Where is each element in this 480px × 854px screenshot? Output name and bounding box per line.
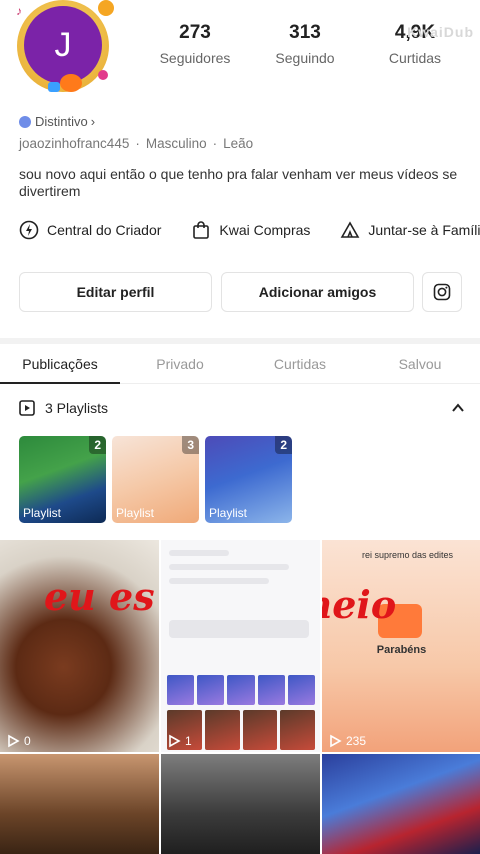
playlist-count: 2 xyxy=(275,436,292,454)
followers-count: 273 xyxy=(179,22,211,43)
separator-dot: · xyxy=(212,136,218,151)
playlist-count: 3 xyxy=(182,436,199,454)
post-thumbnail[interactable] xyxy=(161,754,320,854)
tab-salvou[interactable]: Salvou xyxy=(360,344,480,383)
watermark: KwaiDub xyxy=(407,24,474,40)
playlist-card[interactable]: 2 Playlist xyxy=(19,436,106,523)
creator-center-link[interactable]: Central do Criador xyxy=(19,220,161,240)
shortcuts-row: Central do Criador Kwai Compras Juntar-s… xyxy=(19,220,480,240)
join-family-link[interactable]: Juntar-se à Família xyxy=(340,220,480,240)
chevron-up-icon[interactable] xyxy=(451,401,465,415)
profile-meta: joaozinhofranc445 · Masculino · Leão xyxy=(19,136,253,151)
mini-header-bar xyxy=(169,550,229,556)
instagram-icon xyxy=(433,283,451,301)
playlists-title: 3 Playlists xyxy=(45,400,109,416)
play-icon xyxy=(8,734,20,748)
kwai-shop-label: Kwai Compras xyxy=(219,222,311,238)
badge-icon xyxy=(19,115,31,128)
view-count: 235 xyxy=(328,734,366,748)
playlist-card[interactable]: 2 Playlist xyxy=(205,436,292,523)
tab-publicacoes[interactable]: Publicações xyxy=(0,344,120,384)
music-note-icon: ♪ xyxy=(16,4,22,18)
post-thumbnail[interactable] xyxy=(322,754,480,854)
zodiac-sign: Leão xyxy=(223,136,254,151)
post-overlay-text: eu es xyxy=(44,574,155,619)
stat-followers[interactable]: 273 Seguidores xyxy=(140,22,250,66)
post-thumbnail[interactable] xyxy=(0,754,159,854)
stat-following[interactable]: 313 Seguindo xyxy=(250,22,360,66)
sun-decoration-icon xyxy=(98,0,114,16)
followers-label: Seguidores xyxy=(159,50,231,66)
heart-decoration-icon xyxy=(98,70,108,80)
instagram-button[interactable] xyxy=(422,272,462,312)
post-mini-title: rei supremo das edites xyxy=(362,550,454,560)
username: joaozinhofranc445 xyxy=(19,136,130,151)
view-count: 1 xyxy=(167,734,192,748)
view-count-value: 235 xyxy=(346,734,367,748)
following-count: 313 xyxy=(289,22,321,43)
post-overlay-text: meio xyxy=(322,582,397,627)
mini-header-bar xyxy=(169,578,269,584)
following-label: Seguindo xyxy=(275,50,335,66)
separator-dot: · xyxy=(135,136,140,151)
playlist-card[interactable]: 3 Playlist xyxy=(112,436,199,523)
playlist-label: Playlist xyxy=(209,506,248,520)
playlist-label: Playlist xyxy=(23,506,62,520)
chevron-right-icon: › xyxy=(90,114,96,129)
content-tabs: Publicações Privado Curtidas Salvou xyxy=(0,344,480,384)
lightning-icon xyxy=(19,220,39,240)
gift-decoration-icon xyxy=(48,82,60,92)
playlist-icon xyxy=(19,400,35,416)
playlist-label: Playlist xyxy=(116,506,155,520)
edit-profile-button[interactable]: Editar perfil xyxy=(19,272,212,312)
posts-grid: eu es 0 1 rei supremo das edites meio Pa… xyxy=(0,540,480,854)
badge-label: Distintivo xyxy=(35,114,88,129)
shopping-bag-icon xyxy=(193,221,210,239)
post-mini-caption: Parabéns xyxy=(376,644,427,656)
mini-header-bar xyxy=(169,564,289,570)
post-thumbnail[interactable]: rei supremo das edites meio Parabéns 235 xyxy=(322,540,480,752)
view-count-value: 0 xyxy=(24,734,31,748)
tab-curtidas[interactable]: Curtidas xyxy=(240,344,360,383)
gender: Masculino xyxy=(145,136,207,151)
post-thumbnail[interactable]: 1 xyxy=(161,540,320,752)
mini-card xyxy=(169,620,309,638)
playlists-row: 2 Playlist 3 Playlist 2 Playlist xyxy=(19,436,298,523)
add-friends-button[interactable]: Adicionar amigos xyxy=(221,272,414,312)
distintivo-badge[interactable]: Distintivo › xyxy=(19,114,95,129)
play-icon xyxy=(169,734,181,748)
bio-text: sou novo aqui então o que tenho pra fala… xyxy=(19,166,458,199)
view-count: 0 xyxy=(6,734,31,748)
profile-actions: Editar perfil Adicionar amigos xyxy=(19,272,462,312)
view-count-value: 1 xyxy=(185,734,192,748)
playlist-count: 2 xyxy=(89,436,106,454)
avatar[interactable]: ♪ J xyxy=(14,0,114,96)
post-thumbnail[interactable]: eu es 0 xyxy=(0,540,159,752)
creator-center-label: Central do Criador xyxy=(47,222,162,238)
mini-thumbs xyxy=(167,675,316,705)
flower-decoration-icon xyxy=(60,74,82,92)
kwai-shop-link[interactable]: Kwai Compras xyxy=(191,220,310,240)
play-icon xyxy=(330,734,342,748)
join-family-label: Juntar-se à Família xyxy=(368,222,480,238)
likes-label: Curtidas xyxy=(388,50,442,66)
tab-privado[interactable]: Privado xyxy=(120,344,240,383)
playlists-header[interactable]: 3 Playlists xyxy=(19,400,465,416)
avatar-initial: J xyxy=(24,6,102,84)
family-tent-icon xyxy=(341,221,360,238)
